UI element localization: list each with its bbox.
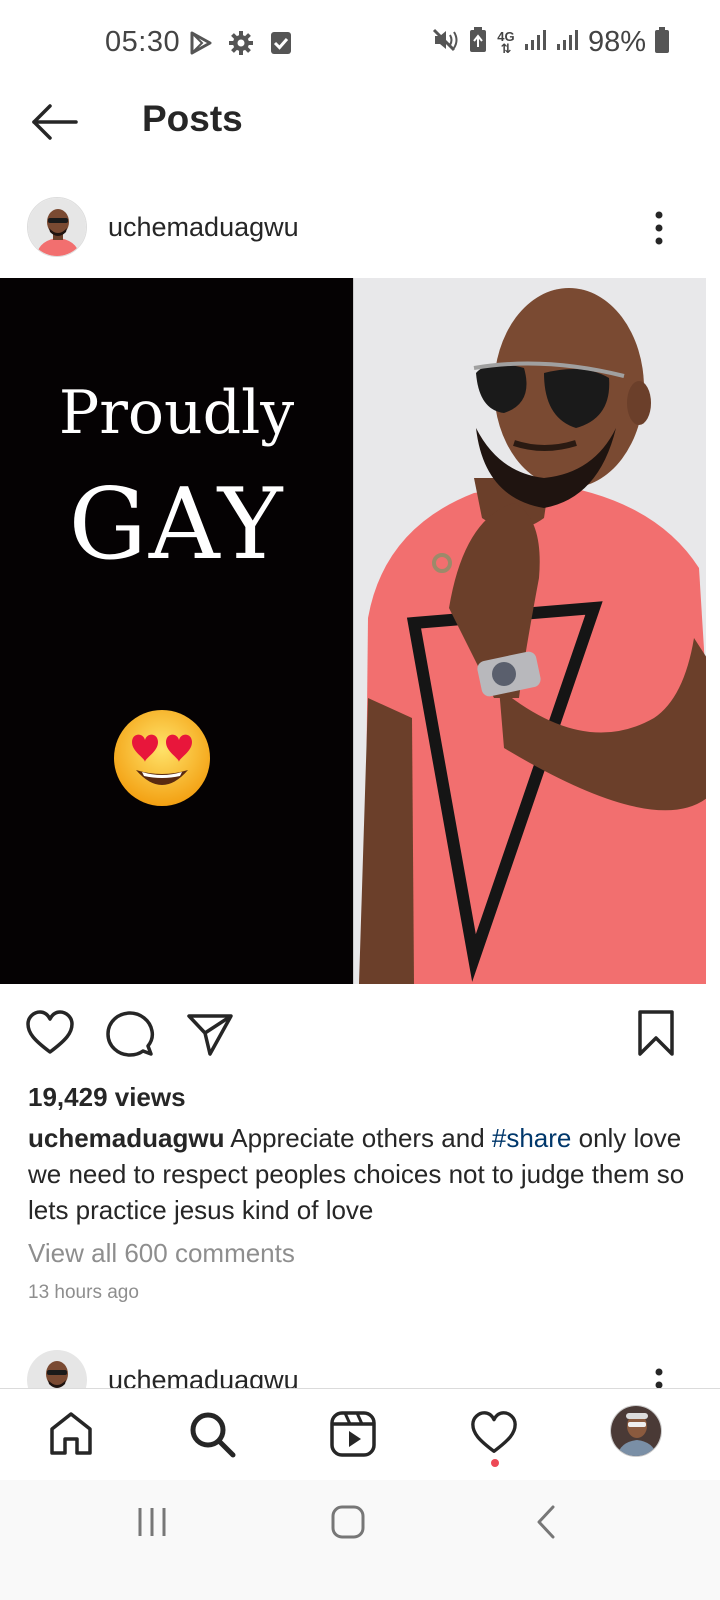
heart-icon bbox=[26, 1010, 74, 1054]
status-left-icons bbox=[190, 30, 292, 61]
search-icon bbox=[190, 1412, 236, 1458]
more-vertical-icon bbox=[655, 211, 663, 245]
nav-profile-avatar[interactable] bbox=[610, 1405, 662, 1457]
network-type-icon: 4G ⇅ bbox=[497, 28, 515, 56]
reels-icon bbox=[330, 1411, 376, 1457]
comment-icon bbox=[106, 1011, 155, 1057]
more-vertical-icon bbox=[655, 1368, 663, 1388]
heart-eyes-emoji-icon bbox=[112, 708, 212, 808]
battery-saver-icon bbox=[468, 26, 488, 59]
nav-reels[interactable] bbox=[326, 1407, 380, 1461]
next-post-username[interactable]: uchemaduagwu bbox=[108, 1365, 299, 1388]
heart-icon bbox=[471, 1411, 517, 1453]
bottom-nav bbox=[0, 1388, 720, 1480]
back-system-button[interactable] bbox=[516, 1502, 576, 1542]
send-icon bbox=[187, 1014, 233, 1056]
home-icon bbox=[50, 1412, 92, 1455]
post-caption: uchemaduagwu Appreciate others and #shar… bbox=[28, 1120, 693, 1228]
post-username[interactable]: uchemaduagwu bbox=[108, 212, 299, 243]
overlay-line-2: GAY bbox=[68, 468, 285, 582]
next-post-avatar[interactable] bbox=[27, 1350, 87, 1388]
play-store-icon bbox=[190, 31, 212, 60]
bookmark-icon bbox=[638, 1010, 674, 1056]
status-right-icons: 4G ⇅ 98% bbox=[432, 26, 670, 59]
battery-icon bbox=[654, 26, 670, 59]
chevron-left-icon bbox=[537, 1505, 555, 1539]
checkbox-icon bbox=[270, 31, 292, 60]
next-post-header: uchemaduagwu bbox=[0, 1340, 720, 1388]
back-button[interactable] bbox=[30, 102, 80, 142]
caption-hashtag[interactable]: #share bbox=[492, 1123, 572, 1153]
signal-icon bbox=[524, 28, 548, 57]
post-timestamp: 13 hours ago bbox=[28, 1282, 139, 1303]
app-header: Posts bbox=[0, 88, 720, 158]
caption-text-1: Appreciate others and bbox=[224, 1123, 492, 1153]
post-header: uchemaduagwu bbox=[0, 190, 720, 270]
arrow-left-icon bbox=[32, 104, 78, 140]
home-circle-icon bbox=[331, 1505, 365, 1539]
caption-username[interactable]: uchemaduagwu bbox=[28, 1123, 224, 1153]
avatar[interactable] bbox=[27, 197, 87, 257]
view-count[interactable]: 19,429 views bbox=[28, 1082, 186, 1113]
recent-apps-icon bbox=[138, 1508, 166, 1536]
nav-activity[interactable] bbox=[467, 1407, 521, 1461]
home-system-button[interactable] bbox=[318, 1502, 378, 1542]
overlay-line-1: Proudly bbox=[58, 378, 295, 448]
post-image[interactable]: Proudly GAY bbox=[0, 278, 706, 984]
status-bar: 05:30 4G ⇅ 98% bbox=[0, 0, 720, 88]
recent-apps-button[interactable] bbox=[122, 1502, 182, 1542]
view-all-comments-link[interactable]: View all 600 comments bbox=[28, 1238, 295, 1269]
nav-search[interactable] bbox=[185, 1407, 239, 1461]
mute-icon bbox=[432, 27, 460, 58]
battery-percent: 98% bbox=[587, 26, 646, 58]
media-photo-panel bbox=[353, 278, 706, 984]
more-options-button[interactable] bbox=[645, 208, 673, 248]
next-post-more-button[interactable] bbox=[645, 1365, 673, 1388]
activity-notification-dot bbox=[491, 1459, 499, 1467]
post-actions bbox=[0, 1000, 720, 1070]
system-nav bbox=[0, 1480, 720, 1600]
page-title: Posts bbox=[142, 98, 243, 139]
save-button[interactable] bbox=[630, 1008, 682, 1060]
like-button[interactable] bbox=[24, 1008, 76, 1060]
comment-button[interactable] bbox=[104, 1008, 156, 1060]
status-time: 05:30 bbox=[105, 26, 181, 58]
settings-icon bbox=[228, 30, 254, 61]
nav-home[interactable] bbox=[44, 1407, 98, 1461]
signal-icon-2 bbox=[556, 28, 580, 57]
share-button[interactable] bbox=[184, 1008, 236, 1060]
media-text-panel: Proudly GAY bbox=[0, 278, 353, 984]
